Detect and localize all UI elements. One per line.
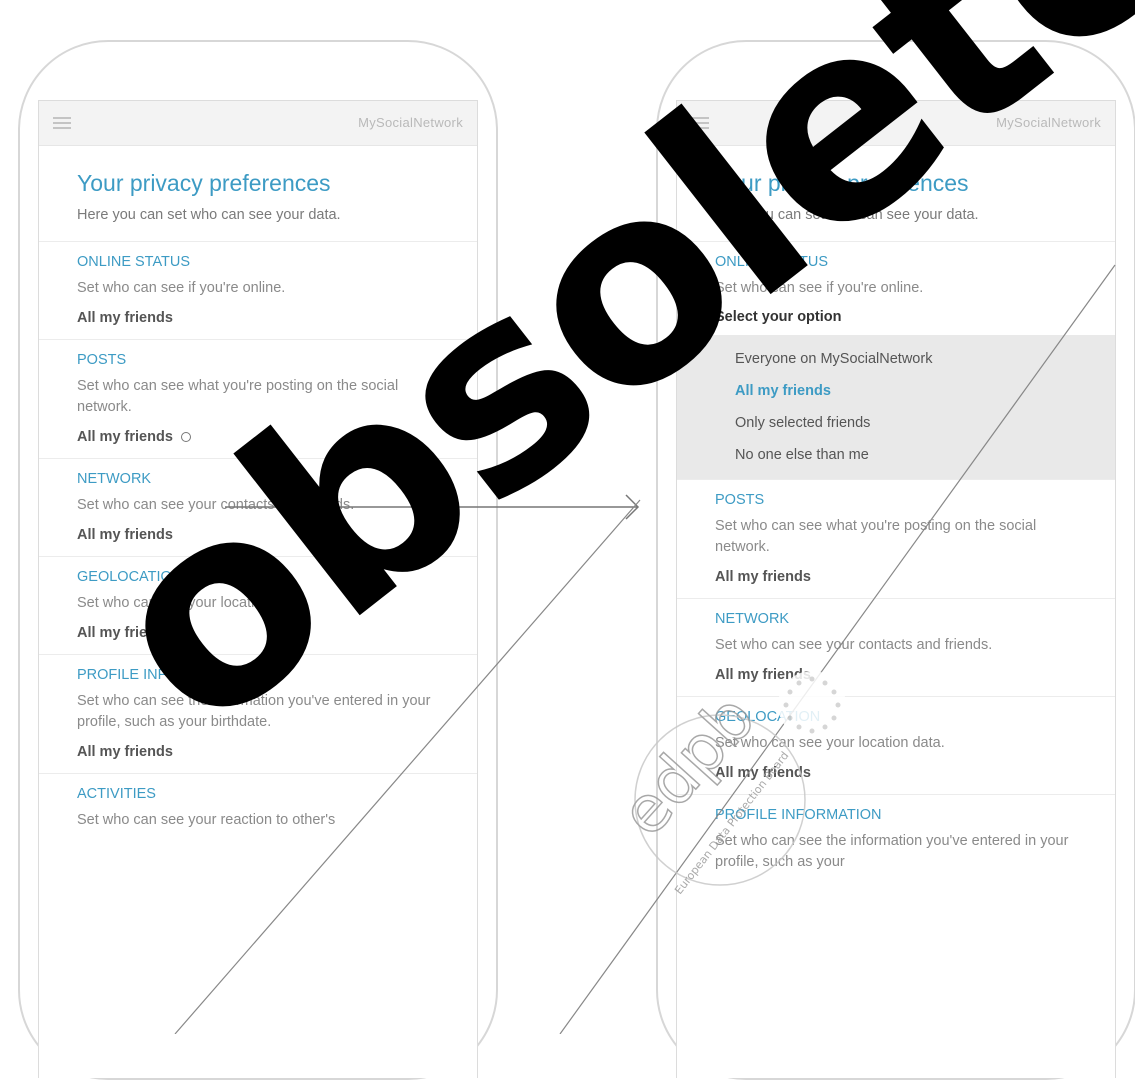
section-description: Set who can see the information you've e…	[715, 833, 1069, 870]
option-everyone[interactable]: Everyone on MySocialNetwork	[677, 343, 1115, 375]
left-phone-screen: MySocialNetwork Your privacy preferences…	[38, 100, 478, 1078]
page-header: Your privacy preferences Here you can se…	[39, 146, 477, 242]
section-description: Set who can see your location data.	[77, 595, 307, 611]
tap-marker-icon	[180, 432, 191, 442]
section-value-dropdown[interactable]: All my friends	[715, 569, 811, 585]
arrow-head-icon	[625, 494, 640, 520]
section-description: Set who can see your reaction to other's	[77, 812, 336, 828]
section-network: NETWORK Set who can see your contacts an…	[39, 459, 477, 557]
section-value-text: All my friends	[77, 625, 173, 641]
app-bar: MySocialNetwork	[677, 101, 1115, 146]
section-value-dropdown[interactable]: All my friends	[715, 765, 811, 781]
section-value-text: All my friends	[715, 667, 811, 683]
section-online-status: ONLINE STATUS Set who can see if you're …	[677, 242, 1115, 480]
section-value-text: All my friends	[77, 429, 173, 445]
section-description: Set who can see what you're posting on t…	[715, 518, 1037, 555]
section-value-dropdown[interactable]: All my friends	[77, 310, 173, 326]
section-profile-information: PROFILE INFORMATION Set who can see the …	[39, 655, 477, 774]
section-value-text: All my friends	[715, 765, 811, 781]
left-phone-frame: MySocialNetwork Your privacy preferences…	[18, 40, 498, 1080]
section-value-dropdown[interactable]: All my friends	[77, 429, 191, 445]
option-no-one-else[interactable]: No one else than me	[677, 439, 1115, 471]
option-all-my-friends[interactable]: All my friends	[677, 375, 1115, 407]
section-description: Set who can see the information you've e…	[77, 693, 431, 730]
section-value-dropdown[interactable]: All my friends	[77, 744, 173, 760]
section-title: NETWORK	[715, 611, 790, 627]
section-title: ACTIVITIES	[77, 786, 156, 802]
page-subtitle: Here you can set who can see your data.	[715, 207, 979, 223]
app-bar: MySocialNetwork	[39, 101, 477, 146]
section-description: Set who can see if you're online.	[715, 280, 924, 296]
section-description: Set who can see if you're online.	[77, 280, 286, 296]
section-title: POSTS	[715, 492, 765, 508]
section-value-text: All my friends	[77, 744, 173, 760]
right-phone-frame: MySocialNetwork Your privacy preferences…	[656, 40, 1135, 1080]
section-description: Set who can see your contacts and friend…	[715, 637, 993, 653]
section-title: GEOLOCATION	[715, 709, 821, 725]
section-title: NETWORK	[77, 471, 152, 487]
section-value-text: All my friends	[77, 310, 173, 326]
section-description: Set who can see your contacts and friend…	[77, 497, 355, 513]
section-network: NETWORK Set who can see your contacts an…	[677, 599, 1115, 697]
section-online-status: ONLINE STATUS Set who can see if you're …	[39, 242, 477, 340]
option-only-selected-friends[interactable]: Only selected friends	[677, 407, 1115, 439]
section-title: ONLINE STATUS	[715, 254, 829, 270]
page-header: Your privacy preferences Here you can se…	[677, 146, 1115, 242]
right-phone-screen: MySocialNetwork Your privacy preferences…	[676, 100, 1116, 1078]
app-brand: MySocialNetwork	[996, 115, 1101, 130]
section-title: GEOLOCATION	[77, 569, 183, 585]
page-subtitle: Here you can set who can see your data.	[77, 207, 341, 223]
hamburger-menu-icon[interactable]	[691, 117, 709, 129]
section-posts: POSTS Set who can see what you're postin…	[39, 340, 477, 459]
section-description: Set who can see your location data.	[715, 735, 945, 751]
select-option-label: Select your option	[715, 309, 842, 325]
section-value-dropdown[interactable]: All my friends	[77, 625, 173, 641]
section-value-text: All my friends	[715, 569, 811, 585]
section-title: PROFILE INFORMATION	[715, 807, 882, 823]
page-title: Your privacy preferences	[77, 170, 331, 196]
section-profile-information: PROFILE INFORMATION Set who can see the …	[677, 795, 1115, 895]
section-value-dropdown[interactable]: All my friends	[77, 527, 173, 543]
page-title: Your privacy preferences	[715, 170, 969, 196]
options-list: Everyone on MySocialNetwork All my frien…	[677, 335, 1115, 479]
section-geolocation: GEOLOCATION Set who can see your locatio…	[39, 557, 477, 655]
section-title: POSTS	[77, 352, 127, 368]
section-value-dropdown[interactable]: All my friends	[715, 667, 811, 683]
app-brand: MySocialNetwork	[358, 115, 463, 130]
section-description: Set who can see what you're posting on t…	[77, 378, 399, 415]
section-posts: POSTS Set who can see what you're postin…	[677, 480, 1115, 599]
section-title: PROFILE INFORMATION	[77, 667, 244, 683]
section-title: ONLINE STATUS	[77, 254, 191, 270]
section-geolocation: GEOLOCATION Set who can see your locatio…	[677, 697, 1115, 795]
hamburger-menu-icon[interactable]	[53, 117, 71, 129]
section-activities: ACTIVITIES Set who can see your reaction…	[39, 774, 477, 853]
section-value-text: All my friends	[77, 527, 173, 543]
